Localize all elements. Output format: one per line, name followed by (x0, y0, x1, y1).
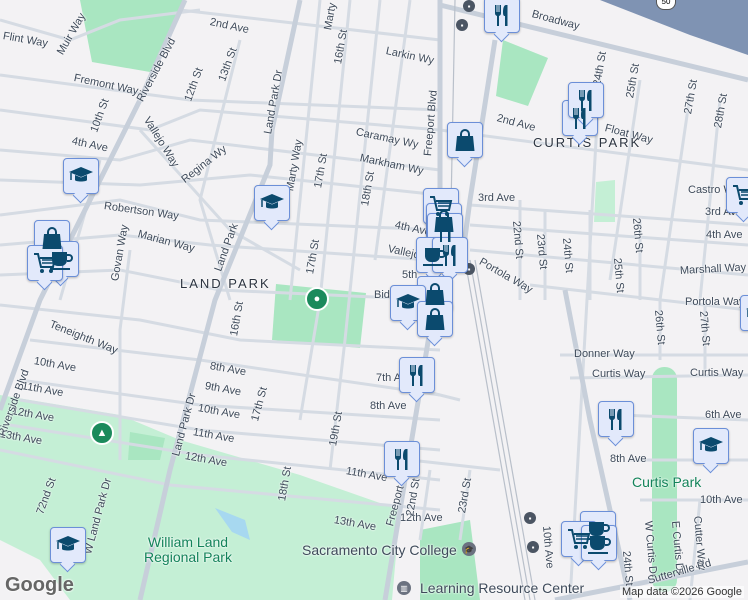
transit-icon[interactable]: ▪ (456, 19, 468, 31)
shop-marker[interactable] (417, 301, 453, 337)
shopping-icon (455, 129, 475, 151)
restaurant-icon (437, 221, 451, 242)
poi-label[interactable]: Learning Resource Center (420, 580, 584, 596)
school-marker[interactable] (693, 428, 729, 464)
neighborhood-label: LAND PARK (180, 276, 271, 291)
restaurant-icon (442, 245, 456, 266)
education-icon (56, 536, 80, 551)
grocery-icon (733, 185, 748, 205)
school-marker[interactable] (50, 527, 86, 563)
restaurant-marker[interactable] (598, 401, 634, 437)
school-marker[interactable] (390, 285, 426, 321)
grocery-icon (34, 253, 57, 273)
cafe-icon (588, 536, 611, 554)
street-label: Bid (374, 289, 390, 301)
transit-icon[interactable]: ▪ (524, 512, 536, 524)
restaurant-marker[interactable] (384, 441, 420, 477)
education-icon (396, 294, 420, 309)
restaurant-marker[interactable] (432, 237, 468, 273)
grocery-marker[interactable] (726, 177, 748, 213)
school-marker[interactable] (740, 295, 748, 331)
transit-icon[interactable]: ▪ (527, 541, 539, 553)
grocery-marker[interactable] (27, 245, 63, 281)
street-label: Curtis Way (690, 367, 744, 379)
school-marker[interactable] (63, 158, 99, 194)
street-label: Portola Way (685, 296, 745, 308)
school-marker[interactable] (254, 185, 290, 221)
restaurant-icon (409, 365, 423, 386)
education-icon (260, 194, 284, 209)
restaurant-icon (608, 409, 622, 430)
highway (600, 0, 748, 55)
shopping-icon (425, 308, 445, 330)
restaurant-icon (578, 90, 592, 111)
street-label: 4th Ave (706, 229, 743, 241)
cafe-marker[interactable] (581, 525, 617, 561)
street-label: 8th Ave (610, 453, 647, 465)
park-label[interactable]: Curtis Park (632, 474, 701, 490)
street-label: 8th Ave (370, 400, 407, 412)
transit-icon[interactable]: ▪ (463, 0, 475, 12)
college-icon: 🎓 (462, 542, 476, 556)
street-label: 3rd Ave (478, 192, 516, 204)
street-label: 5th (402, 269, 418, 281)
restaurant-icon (494, 5, 508, 26)
tree-pin-icon[interactable]: ▲ (90, 421, 114, 445)
street-label: 10th Ave (700, 494, 743, 506)
google-logo: Google (5, 574, 74, 596)
education-icon (69, 167, 93, 182)
restaurant-marker[interactable] (399, 357, 435, 393)
shopping-icon (425, 283, 445, 305)
poi-label[interactable]: Sacramento City College (302, 542, 457, 558)
restaurant-marker[interactable] (484, 0, 520, 33)
park-label[interactable]: William Land Regional Park (143, 535, 233, 565)
street-label: 6th Ave (705, 409, 742, 421)
park-pin-icon[interactable]: ● (305, 287, 329, 311)
street-label: Donner Way (574, 348, 635, 360)
street-label: Curtis Way (592, 368, 646, 380)
education-icon (699, 437, 723, 452)
map-attribution[interactable]: Map data ©2026 Google (619, 586, 744, 598)
library-icon: ▥ (397, 581, 411, 595)
restaurant-icon (394, 449, 408, 470)
restaurant-marker[interactable] (568, 82, 604, 118)
shop-marker[interactable] (447, 122, 483, 158)
